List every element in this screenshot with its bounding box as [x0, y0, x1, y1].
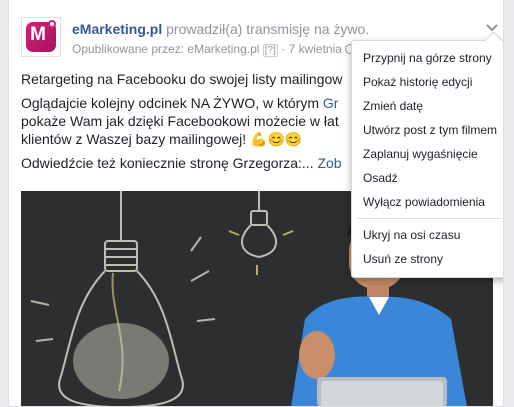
post-date[interactable]: · 7 kwietnia — [278, 42, 342, 56]
help-link[interactable]: [?] — [262, 44, 278, 57]
menu-item-edit-history[interactable]: Pokaż historię edycji — [352, 70, 503, 94]
menu-divider — [357, 218, 502, 219]
post-meta: Opublikowane przez: eMarketing.pl [?] · … — [72, 41, 355, 59]
menu-item-pin[interactable]: Przypnij na górze strony — [352, 46, 503, 70]
page-name-link[interactable]: eMarketing.pl — [72, 21, 162, 37]
post-headline: eMarketing.pl prowadził(a) transmisję na… — [72, 20, 369, 38]
menu-item-hide-timeline[interactable]: Ukryj na osi czasu — [352, 223, 503, 247]
post-action-text: prowadził(a) transmisję na żywo. — [162, 21, 370, 37]
published-by-text: Opublikowane przez: eMarketing.pl — [72, 42, 260, 56]
page-avatar[interactable]: M — [21, 17, 61, 57]
menu-item-notifications-off[interactable]: Wyłącz powiadomienia — [352, 190, 503, 214]
menu-item-delete[interactable]: Usuń ze strony — [352, 247, 503, 271]
post-options-menu: Przypnij na górze strony Pokaż historię … — [351, 31, 503, 278]
see-more-link[interactable]: Zob — [317, 155, 341, 171]
logo-letter: M — [30, 24, 46, 45]
menu-item-change-date[interactable]: Zmień datę — [352, 94, 503, 118]
logo-dot — [48, 20, 56, 28]
menu-item-embed[interactable]: Osadź — [352, 166, 503, 190]
post-card: M eMarketing.pl prowadził(a) transmisję … — [8, 0, 504, 407]
menu-item-schedule-expiry[interactable]: Zaplanuj wygaśnięcie — [352, 142, 503, 166]
mention-link[interactable]: Gr — [323, 95, 339, 111]
post-text: Oglądajcie kolejny odcinek NA ŻYWO, w kt… — [21, 95, 323, 111]
menu-item-create-post-video[interactable]: Utwórz post z tym filmem — [352, 118, 503, 142]
post-text: Odwiedźcie też koniecznie stronę Grzegor… — [21, 155, 318, 171]
